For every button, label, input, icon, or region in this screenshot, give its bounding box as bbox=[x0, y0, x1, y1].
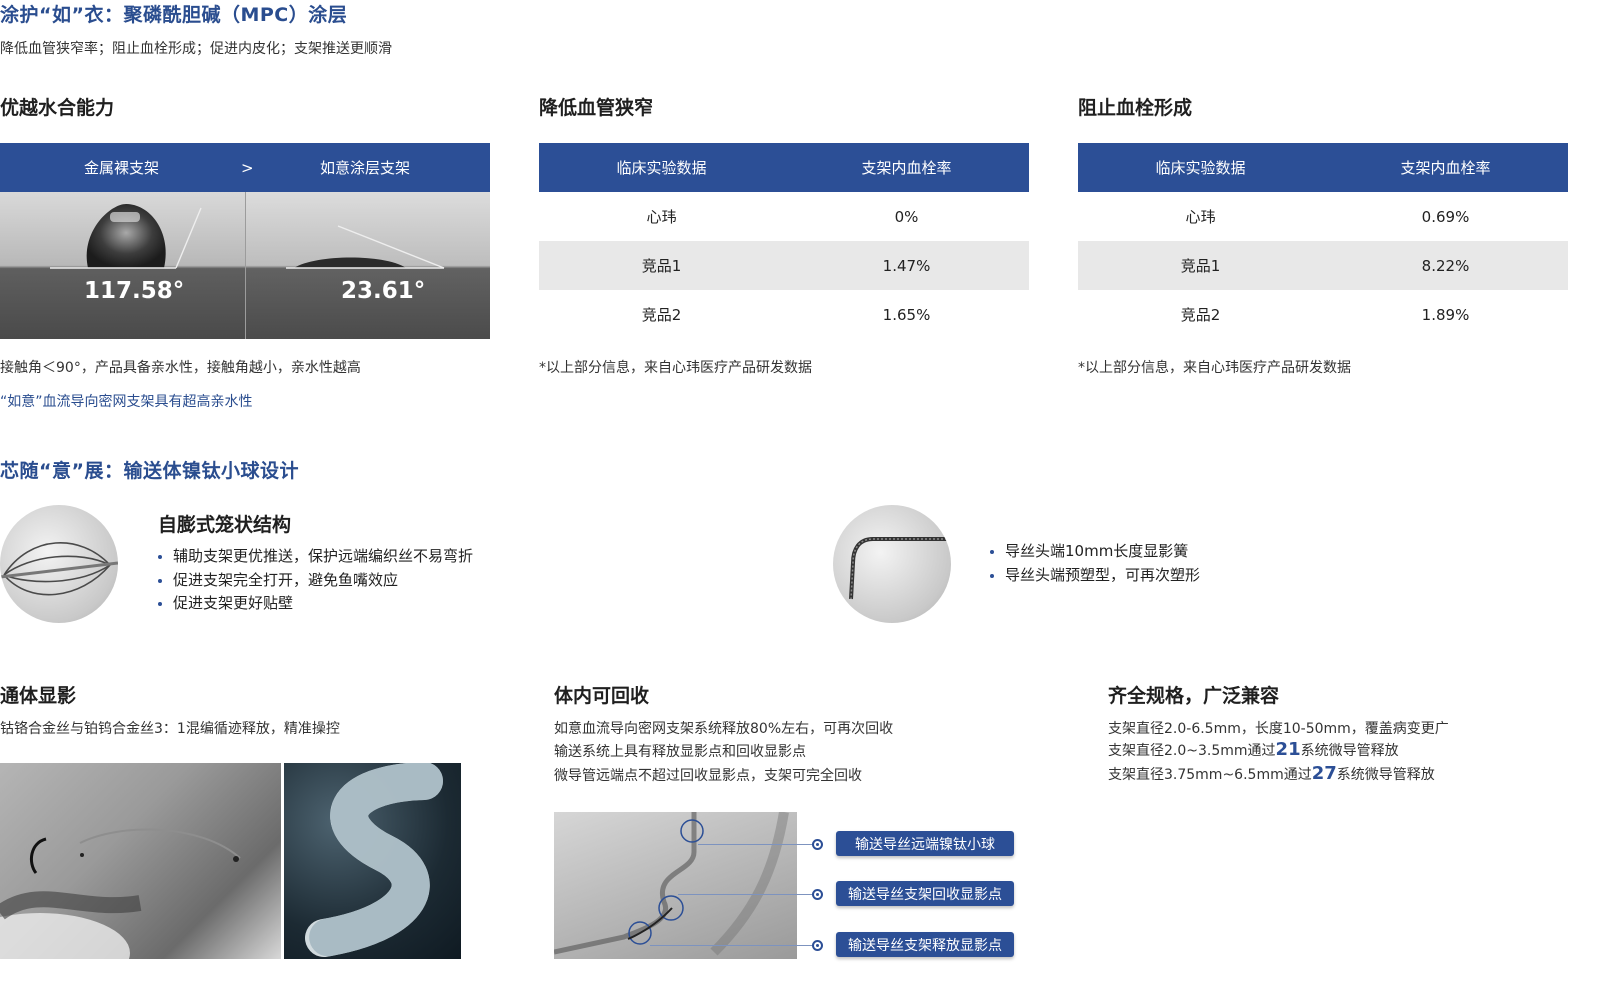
xray-drawing bbox=[0, 828, 241, 959]
list-item: 促进支架完全打开，避免鱼嘴效应 bbox=[158, 569, 473, 593]
specs-text: 系统微导管释放 bbox=[1300, 743, 1399, 759]
list-item: 导丝头端预塑型，可再次塑形 bbox=[990, 564, 1200, 588]
stent-3d-image bbox=[284, 763, 461, 959]
header-coated-stent: 如意涂层支架 bbox=[320, 159, 411, 177]
column-header: 支架内血栓率 bbox=[861, 159, 952, 177]
leader-line bbox=[698, 844, 812, 845]
leader-line bbox=[678, 894, 812, 895]
guidewire-drawing bbox=[849, 537, 951, 600]
table-cell: 1.47% bbox=[882, 256, 931, 275]
xray-image-angiogram bbox=[0, 763, 281, 959]
header-bare-stent: 金属裸支架 bbox=[84, 159, 160, 177]
leader-line bbox=[650, 945, 812, 946]
hydration-note-highlight: “如意”血流导向密网支架具有超高亲水性 bbox=[0, 394, 253, 410]
cage-wire-drawing bbox=[0, 542, 118, 596]
guidewire-tip-image bbox=[833, 505, 951, 623]
thrombus-table: 临床实验数据 支架内血栓率 心玮 0.69% 竞品1 8.22% 竞品2 1.8… bbox=[1078, 143, 1568, 339]
table-cell: 心玮 bbox=[1185, 208, 1216, 226]
list-item: 导丝头端10mm长度显影簧 bbox=[990, 540, 1200, 564]
table-row: 竞品1 1.47% bbox=[539, 241, 1029, 290]
list-item: 辅助支架更优推送，保护远端编织丝不易弯折 bbox=[158, 545, 473, 569]
list-item: 促进支架更好贴壁 bbox=[158, 592, 473, 616]
stent-drawing bbox=[305, 763, 443, 957]
leader-dot bbox=[812, 889, 823, 900]
section-title-coating: 涂护“如”衣：聚磷酰胆碱（MPC）涂层 bbox=[0, 4, 348, 26]
angle-value-bare: 117.58° bbox=[84, 278, 185, 304]
hydration-header: 金属裸支架 > 如意涂层支架 bbox=[0, 143, 490, 192]
table-cell: 0% bbox=[894, 207, 919, 226]
hydration-note: 接触角＜90°，产品具备亲水性，接触角越小，亲水性越高 bbox=[0, 360, 361, 376]
retrieve-line: 微导管远端点不超过回收显影点，支架可完全回收 bbox=[554, 768, 862, 784]
visibility-title: 通体显影 bbox=[0, 685, 77, 707]
stenosis-title: 降低血管狭窄 bbox=[539, 97, 654, 119]
table-row: 心玮 0% bbox=[539, 192, 1029, 241]
table-row: 竞品2 1.89% bbox=[1078, 290, 1568, 339]
leader-dot bbox=[812, 940, 823, 951]
table-header: 临床实验数据 支架内血栓率 bbox=[1078, 143, 1568, 192]
fluoroscopy-image bbox=[554, 812, 797, 959]
specs-text: 系统微导管释放 bbox=[1336, 767, 1435, 783]
table-row: 竞品1 8.22% bbox=[1078, 241, 1568, 290]
droplet-bare-drawing bbox=[50, 204, 202, 269]
table-cell: 心玮 bbox=[646, 208, 677, 226]
leader-dot bbox=[812, 839, 823, 850]
table-cell: 8.22% bbox=[1421, 256, 1470, 275]
table-header: 临床实验数据 支架内血栓率 bbox=[539, 143, 1029, 192]
section-title-delivery: 芯随“意”展：输送体镍钛小球设计 bbox=[0, 460, 299, 482]
thrombus-title: 阻止血栓形成 bbox=[1078, 97, 1193, 119]
guidewire-bullet-list: 导丝头端10mm长度显影簧 导丝头端预塑型，可再次塑形 bbox=[990, 540, 1200, 587]
specs-text: 支架直径3.75mm~6.5mm通过 bbox=[1108, 767, 1312, 783]
retrieve-line: 输送系统上具有释放显影点和回收显影点 bbox=[554, 744, 806, 760]
column-header: 临床实验数据 bbox=[616, 159, 707, 177]
specs-line-27: 支架直径3.75mm~6.5mm通过27系统微导管释放 bbox=[1108, 763, 1435, 784]
specs-title: 齐全规格，广泛兼容 bbox=[1108, 685, 1280, 707]
column-header: 支架内血栓率 bbox=[1400, 159, 1491, 177]
table-cell: 1.65% bbox=[882, 305, 931, 324]
table-cell: 竞品2 bbox=[1180, 306, 1221, 324]
retrieve-line: 如意血流导向密网支架系统释放80%左右，可再次回收 bbox=[554, 721, 894, 737]
fluoroscopy-drawing bbox=[554, 812, 789, 956]
stenosis-footnote: *以上部分信息，来自心玮医疗产品研发数据 bbox=[539, 360, 812, 376]
table-cell: 竞品1 bbox=[1180, 257, 1221, 275]
specs-number: 27 bbox=[1311, 763, 1337, 784]
table-cell: 竞品2 bbox=[641, 306, 682, 324]
droplet-coated-drawing bbox=[286, 225, 445, 269]
table-row: 竞品2 1.65% bbox=[539, 290, 1029, 339]
column-header: 临床实验数据 bbox=[1155, 159, 1246, 177]
specs-text: 支架直径2.0~3.5mm通过 bbox=[1108, 743, 1276, 759]
cage-structure-image bbox=[0, 505, 118, 623]
contact-angle-image-coated: 23.61° bbox=[245, 192, 490, 339]
label-tag-distal-ball: 输送导丝远端镍钛小球 bbox=[836, 831, 1014, 856]
cage-bullet-list: 辅助支架更优推送，保护远端编织丝不易弯折 促进支架完全打开，避免鱼嘴效应 促进支… bbox=[158, 545, 473, 616]
retrieve-title: 体内可回收 bbox=[554, 685, 650, 707]
specs-line-range: 支架直径2.0-6.5mm，长度10-50mm，覆盖病变更广 bbox=[1108, 721, 1449, 737]
cage-title: 自膨式笼状结构 bbox=[158, 514, 292, 536]
stenosis-table: 临床实验数据 支架内血栓率 心玮 0% 竞品1 1.47% 竞品2 1.65% bbox=[539, 143, 1029, 339]
angle-value-coated: 23.61° bbox=[341, 278, 426, 304]
specs-line-21: 支架直径2.0~3.5mm通过21系统微导管释放 bbox=[1108, 739, 1399, 760]
section-subtitle-coating: 降低血管狭窄率；阻止血栓形成；促进内皮化；支架推送更顺滑 bbox=[0, 41, 392, 57]
label-tag-release-marker: 输送导丝支架释放显影点 bbox=[836, 932, 1014, 957]
hydration-title: 优越水合能力 bbox=[0, 97, 115, 119]
table-cell: 0.69% bbox=[1421, 207, 1470, 226]
table-cell: 1.89% bbox=[1421, 305, 1470, 324]
label-tag-retrieval-marker: 输送导丝支架回收显影点 bbox=[836, 881, 1014, 906]
header-separator: > bbox=[241, 158, 254, 177]
table-cell: 竞品1 bbox=[641, 257, 682, 275]
specs-number: 21 bbox=[1275, 739, 1301, 760]
contact-angle-image-bare: 117.58° bbox=[0, 192, 245, 339]
table-row: 心玮 0.69% bbox=[1078, 192, 1568, 241]
visibility-description: 钴铬合金丝与铂钨合金丝3：1混编循迹释放，精准操控 bbox=[0, 721, 340, 737]
thrombus-footnote: *以上部分信息，来自心玮医疗产品研发数据 bbox=[1078, 360, 1351, 376]
